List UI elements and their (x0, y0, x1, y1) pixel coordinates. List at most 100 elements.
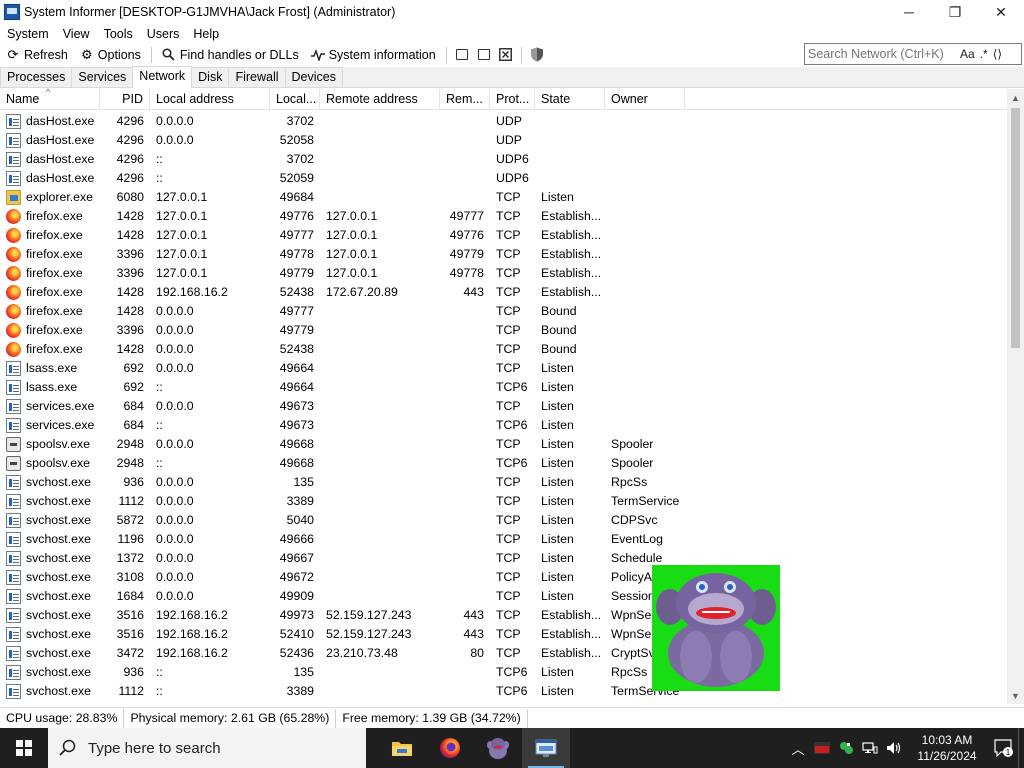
clock[interactable]: 10:03 AM 11/26/2024 (906, 732, 988, 764)
table-row[interactable]: spoolsv.exe 2948:: 49668 TCP6 Listen Spooler (0, 454, 1007, 473)
shield-icon[interactable] (526, 44, 548, 66)
volume-icon[interactable] (882, 741, 906, 755)
show-hidden-icons-icon[interactable]: ︿ (786, 739, 810, 758)
table-row[interactable]: lsass.exe 692:: 49664 TCP6 Listen (0, 378, 1007, 397)
tab-services[interactable]: Services (71, 67, 134, 87)
table-row[interactable]: lsass.exe 692 0.0.0.0 49664 TCP Listen (0, 359, 1007, 378)
cell-laddr: 192.168.16.2 (156, 608, 228, 622)
tab-disk[interactable]: Disk (191, 67, 230, 87)
cell-name: firefox.exe (26, 323, 83, 337)
table-row[interactable]: services.exe 684:: 49673 TCP6 Listen (0, 416, 1007, 435)
table-row[interactable]: services.exe 684 0.0.0.0 49673 TCP Listen (0, 397, 1007, 416)
window-icon[interactable] (451, 44, 473, 66)
table-row[interactable]: firefox.exe 1428 0.0.0.0 49777 TCP Bound (0, 302, 1007, 321)
column-protocol[interactable]: Prot... (490, 89, 535, 110)
system-information-button[interactable]: System information (305, 44, 442, 66)
table-row[interactable]: dasHost.exe 4296 0.0.0.0 3702 UDP (0, 112, 1007, 131)
menu-system[interactable]: System (0, 27, 56, 41)
window-search-icon[interactable] (473, 44, 495, 66)
menu-tools[interactable]: Tools (97, 27, 140, 41)
cell-lport: 49667 (279, 551, 314, 565)
column-local-port[interactable]: Local... (270, 89, 320, 110)
table-row[interactable]: svchost.exe 1112 0.0.0.0 3389 TCP Listen TermS… (0, 492, 1007, 511)
table-row[interactable]: svchost.exe 1684 0.0.0.0 49909 TCP Listen Sess… (0, 587, 1007, 606)
table-row[interactable]: svchost.exe 3516 192.168.16.2 52410 52.159.1… (0, 625, 1007, 644)
options-button[interactable]: ⚙ Options (74, 44, 147, 66)
tab-network[interactable]: Network (132, 66, 193, 88)
table-row[interactable]: svchost.exe 1372 0.0.0.0 49667 TCP Listen Sche… (0, 549, 1007, 568)
match-case-toggle[interactable]: Aa (960, 47, 975, 61)
menu-help[interactable]: Help (186, 27, 226, 41)
refresh-button[interactable]: ⟳ Refresh (0, 44, 74, 66)
table-row[interactable]: svchost.exe 1112:: 3389 TCP6 Listen TermServi… (0, 682, 1007, 701)
cell-laddr: 0.0.0.0 (156, 532, 194, 546)
tab-firewall[interactable]: Firewall (228, 67, 286, 87)
tray-update-icon[interactable] (834, 740, 858, 756)
table-row[interactable]: explorer.exe 6080 127.0.0.1 49684 TCP Listen (0, 188, 1007, 207)
bonzi-icon[interactable] (474, 728, 522, 768)
minimize-button[interactable]: ─ (886, 0, 932, 24)
close-window-icon[interactable] (495, 44, 517, 66)
table-row[interactable]: svchost.exe 5872 0.0.0.0 5040 TCP Listen CDPSv… (0, 511, 1007, 530)
table-row[interactable]: firefox.exe 1428 127.0.0.1 49777 127.0.0.1 49… (0, 226, 1007, 245)
cell-name: dasHost.exe (26, 133, 95, 147)
column-pid[interactable]: PID (100, 89, 150, 110)
search-options-icon[interactable]: ⟨⟩ (993, 47, 1002, 61)
notification-center-icon[interactable]: 1 (988, 739, 1018, 757)
column-local-address[interactable]: Local address (150, 89, 270, 110)
table-row[interactable]: svchost.exe 1196 0.0.0.0 49666 TCP Listen Even… (0, 530, 1007, 549)
table-row[interactable]: firefox.exe 3396 127.0.0.1 49779 127.0.0.1 49… (0, 264, 1007, 283)
table-row[interactable]: firefox.exe 1428 192.168.16.2 52438 172.67.2… (0, 283, 1007, 302)
tab-processes[interactable]: Processes (0, 67, 73, 87)
find-handles-button[interactable]: Find handles or DLLs (156, 44, 305, 66)
start-button[interactable] (0, 728, 48, 768)
table-row[interactable]: dasHost.exe 4296:: 3702 UDP6 (0, 150, 1007, 169)
close-button[interactable]: ✕ (978, 0, 1024, 24)
table-row[interactable]: firefox.exe 3396 0.0.0.0 49779 TCP Bound (0, 321, 1007, 340)
cell-lport: 49673 (279, 399, 314, 413)
scroll-down-icon[interactable]: ▼ (1007, 687, 1024, 704)
table-row[interactable]: firefox.exe 1428 0.0.0.0 52438 TCP Bound (0, 340, 1007, 359)
tab-devices[interactable]: Devices (284, 67, 343, 87)
column-name[interactable]: Name ^ (0, 87, 100, 110)
system-informer-icon[interactable] (522, 728, 570, 768)
bonzi-buddy-character[interactable] (652, 565, 780, 691)
table-row[interactable]: firefox.exe 3396 127.0.0.1 49778 127.0.0.1 49… (0, 245, 1007, 264)
maximize-button[interactable]: ❐ (932, 0, 978, 24)
table-row[interactable]: svchost.exe 936:: 135 TCP6 Listen RpcSs (0, 663, 1007, 682)
column-owner[interactable]: Owner (605, 89, 685, 110)
cell-name: services.exe (26, 399, 95, 413)
table-row[interactable]: svchost.exe 3472 192.168.16.2 52436 23.210.7… (0, 644, 1007, 663)
menu-view[interactable]: View (56, 27, 97, 41)
firefox-icon[interactable] (426, 728, 474, 768)
table-row[interactable]: svchost.exe 3108 0.0.0.0 49672 TCP Listen Poli… (0, 568, 1007, 587)
table-row[interactable]: dasHost.exe 4296 0.0.0.0 52058 UDP (0, 131, 1007, 150)
column-state[interactable]: State (535, 89, 605, 110)
scroll-thumb[interactable] (1011, 108, 1020, 348)
table-row[interactable]: svchost.exe 3516 192.168.16.2 49973 52.159.1… (0, 606, 1007, 625)
cell-lport: 49776 (279, 209, 314, 223)
tray-app-icon[interactable] (810, 742, 834, 754)
menu-users[interactable]: Users (140, 27, 187, 41)
cell-pid: 1428 (116, 209, 144, 223)
vertical-scrollbar[interactable]: ▲ ▼ (1007, 89, 1024, 704)
table-row[interactable]: spoolsv.exe 2948 0.0.0.0 49668 TCP Listen Spoo… (0, 435, 1007, 454)
cell-proto: TCP (496, 285, 521, 299)
search-input[interactable] (805, 47, 955, 61)
cell-proto: TCP6 (496, 665, 528, 679)
taskbar-search-box[interactable]: Type here to search (48, 728, 366, 768)
file-explorer-icon[interactable] (378, 728, 426, 768)
table-row[interactable]: firefox.exe 1428 127.0.0.1 49776 127.0.0.1 49… (0, 207, 1007, 226)
table-row[interactable]: dasHost.exe 4296:: 52059 UDP6 (0, 169, 1007, 188)
show-desktop-button[interactable] (1018, 728, 1024, 768)
host-icon (6, 494, 21, 509)
regex-toggle[interactable]: .* (980, 47, 988, 61)
column-remote-port[interactable]: Rem... (440, 89, 490, 110)
cell-rport: 443 (463, 627, 484, 641)
cell-lport: 3389 (286, 494, 314, 508)
network-icon[interactable] (858, 741, 882, 755)
scroll-up-icon[interactable]: ▲ (1007, 89, 1024, 106)
table-row[interactable]: svchost.exe 936 0.0.0.0 135 TCP Listen RpcSs (0, 473, 1007, 492)
cell-state: Establish... (541, 285, 602, 299)
column-remote-address[interactable]: Remote address (320, 89, 440, 110)
